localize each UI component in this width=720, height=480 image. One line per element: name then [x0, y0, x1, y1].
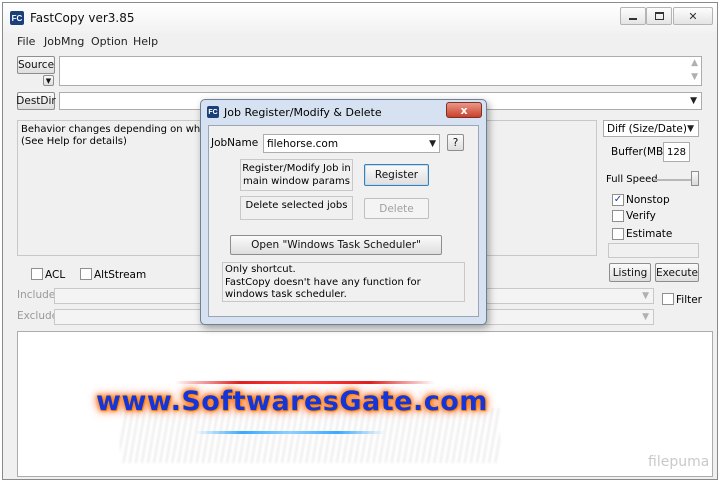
altstream-checkbox[interactable]: [80, 268, 92, 280]
window-title: FastCopy ver3.85: [30, 11, 135, 25]
filter-checkbox[interactable]: [662, 293, 674, 305]
menu-file[interactable]: File: [17, 35, 35, 48]
chevron-down-icon: ▼: [687, 124, 694, 134]
destdir-button[interactable]: DestDir: [16, 92, 56, 110]
include-label: Include: [17, 289, 56, 301]
filter-label: Filter: [676, 294, 703, 306]
watermark-top-line: [175, 381, 435, 384]
app-icon: FC: [10, 11, 24, 25]
info-line-2: FastCopy doesn't have any function for w…: [225, 276, 421, 301]
acl-checkbox[interactable]: [31, 268, 43, 280]
dialog-close-button[interactable]: x: [446, 102, 482, 118]
scroll-down-icon[interactable]: ▼: [691, 72, 698, 82]
info-text-help: (See Help for details): [21, 136, 127, 147]
job-register-dialog: FC Job Register/Modify & Delete x JobNam…: [200, 99, 487, 325]
menu-jobmng[interactable]: JobMng: [44, 35, 84, 48]
nonstop-label: Nonstop: [626, 194, 670, 206]
acl-label: ACL: [45, 269, 66, 281]
source-dropdown-button[interactable]: ▼: [43, 75, 54, 86]
speed-slider-handle[interactable]: [691, 171, 699, 186]
watermark-logo-text: www.SoftwaresGate.com: [96, 386, 488, 417]
info-line-1: Only shortcut.: [225, 264, 296, 275]
filepuma-watermark: filepuma: [648, 454, 710, 470]
verify-checkbox[interactable]: [612, 210, 624, 222]
minimize-icon: [629, 18, 637, 20]
chevron-down-icon: ▼: [642, 291, 649, 301]
chevron-down-icon: ▼: [429, 139, 436, 149]
jobname-label: JobName: [211, 137, 259, 149]
nonstop-checkbox[interactable]: ✓: [612, 194, 624, 206]
estimate-checkbox[interactable]: [612, 228, 624, 240]
open-task-scheduler-button[interactable]: Open "Windows Task Scheduler": [230, 235, 442, 255]
dialog-title: Job Register/Modify & Delete: [224, 106, 382, 119]
close-button[interactable]: ✕: [673, 7, 713, 25]
register-note: Register/Modify Job in main window param…: [240, 159, 353, 191]
jobname-value: filehorse.com: [267, 138, 339, 150]
source-button[interactable]: Source: [17, 56, 55, 74]
menu-bar: File JobMng Option Help: [3, 33, 717, 51]
delete-note: Delete selected jobs: [240, 196, 353, 220]
maximize-button[interactable]: [646, 7, 672, 25]
scroll-up-icon[interactable]: ▲: [691, 58, 698, 68]
register-button[interactable]: Register: [364, 164, 429, 186]
dialog-body: JobName filehorse.com ▼ ? Register/Modif…: [208, 125, 479, 317]
mode-select-value: Diff (Size/Date): [607, 123, 687, 135]
source-path-input[interactable]: ▲ ▼: [59, 56, 702, 86]
buffer-input[interactable]: 128: [663, 142, 690, 162]
close-icon: ✕: [688, 9, 698, 23]
menu-option[interactable]: Option: [91, 35, 128, 48]
maximize-icon: [654, 12, 664, 20]
altstream-label: AltStream: [94, 269, 147, 281]
speed-label: Full Speed: [606, 174, 658, 185]
estimate-label: Estimate: [626, 228, 673, 240]
dialog-app-icon: FC: [207, 106, 219, 118]
listing-button[interactable]: Listing: [609, 263, 651, 282]
chevron-down-icon: ▼: [642, 312, 649, 322]
mode-select[interactable]: Diff (Size/Date) ▼: [603, 120, 699, 137]
close-icon: x: [460, 103, 468, 117]
menu-help[interactable]: Help: [133, 35, 158, 48]
chevron-down-icon: ▼: [45, 76, 52, 85]
help-button[interactable]: ?: [447, 134, 464, 151]
progress-bar: [608, 243, 699, 258]
jobname-combobox[interactable]: filehorse.com ▼: [263, 134, 440, 153]
exclude-label: Exclude: [17, 310, 59, 322]
verify-label: Verify: [626, 210, 656, 222]
minimize-button[interactable]: [620, 7, 646, 25]
buffer-label: Buffer(MB): [611, 146, 668, 158]
execute-button[interactable]: Execute: [655, 263, 699, 282]
dialog-info-panel: Only shortcut. FastCopy doesn't have any…: [222, 262, 465, 302]
dropdown-arrow-icon[interactable]: ▼: [690, 96, 697, 106]
watermark-bottom-line: [195, 431, 385, 434]
title-bar[interactable]: FC FastCopy ver3.85 ✕: [3, 3, 717, 33]
checkmark-icon: ✓: [613, 194, 623, 205]
delete-button[interactable]: Delete: [364, 198, 429, 219]
